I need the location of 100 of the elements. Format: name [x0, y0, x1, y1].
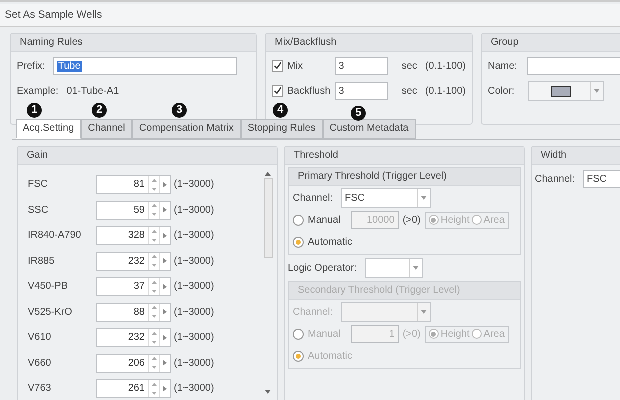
- range-label: (1~3000): [174, 281, 214, 292]
- group-title: Threshold: [285, 147, 524, 165]
- range-label: (1~3000): [174, 306, 214, 318]
- checkbox[interactable]: [272, 60, 284, 72]
- seconds-field[interactable]: 3: [334, 82, 388, 100]
- radio-label: Height: [440, 214, 470, 226]
- group-title: Gain: [18, 147, 277, 165]
- example-label: Example:: [17, 86, 59, 96]
- play-icon[interactable]: [163, 258, 167, 264]
- range-label: (1~3000): [174, 179, 214, 190]
- range-label: (1~3000): [174, 332, 214, 344]
- checkbox[interactable]: [272, 85, 284, 97]
- range-label: (1~3000): [174, 358, 214, 369]
- channel-name: IR885: [28, 256, 56, 267]
- play-icon[interactable]: [163, 284, 167, 290]
- play-icon[interactable]: [163, 207, 167, 214]
- caret-icon: [421, 310, 428, 314]
- gain-spinbox[interactable]: 59: [96, 200, 171, 220]
- scroll-up-icon[interactable]: [265, 172, 271, 176]
- channel-name: V450-PB: [28, 281, 70, 292]
- radio-label: Automatic: [308, 350, 352, 362]
- radio-button[interactable]: [472, 215, 482, 225]
- logic-operator-dropdown[interactable]: [364, 258, 423, 278]
- seconds-field[interactable]: 3: [334, 57, 388, 75]
- gain-spinbox[interactable]: 232: [96, 252, 171, 271]
- play-icon[interactable]: [163, 360, 167, 366]
- play-icon[interactable]: [163, 386, 167, 392]
- hint-label: (>0): [402, 214, 421, 226]
- range-label: (1~3000): [174, 256, 214, 267]
- tab[interactable]: Custom Metadata: [322, 119, 416, 139]
- channel-name: SSC: [28, 204, 50, 216]
- gain-spinbox[interactable]: 37: [96, 277, 171, 296]
- caret-icon: [412, 266, 419, 270]
- play-icon[interactable]: [163, 182, 167, 188]
- spin-arrows-icon[interactable]: [152, 382, 156, 395]
- tab[interactable]: Channel: [81, 119, 132, 139]
- channel-name: V610: [28, 332, 52, 344]
- range-label: (1~3000): [174, 230, 214, 242]
- range-label: (0.1-100): [425, 86, 466, 96]
- name-field[interactable]: [527, 57, 620, 75]
- name-label: Name:: [488, 60, 518, 72]
- radio-label: Area: [484, 328, 505, 340]
- tab[interactable]: Stopping Rules: [240, 119, 323, 139]
- prefix-label: Prefix:: [17, 60, 46, 72]
- gain-spinbox[interactable]: 232: [96, 328, 171, 348]
- group-title: Group: [482, 34, 620, 52]
- play-icon[interactable]: [163, 232, 167, 239]
- spin-arrows-icon[interactable]: [152, 178, 156, 191]
- gain-spinbox[interactable]: 88: [96, 302, 171, 322]
- section-title: Primary Threshold (Trigger Level): [289, 168, 520, 186]
- tab[interactable]: Acq.Setting: [16, 119, 82, 139]
- example-value: 01-Tube-A1: [66, 86, 120, 96]
- checkbox-label: Backflush: [287, 86, 331, 96]
- gain-spinbox[interactable]: 261: [96, 379, 171, 398]
- group-title: Naming Rules: [11, 34, 256, 52]
- channel-name: V763: [28, 383, 52, 394]
- radio-button[interactable]: [428, 215, 439, 225]
- caret-icon: [594, 89, 600, 93]
- spin-arrows-icon[interactable]: [152, 332, 156, 344]
- scrollbar[interactable]: [263, 172, 273, 394]
- spin-arrows-icon[interactable]: [152, 204, 156, 216]
- range-label: (1~3000): [174, 383, 214, 394]
- spin-arrows-icon[interactable]: [152, 280, 156, 293]
- scroll-down-icon[interactable]: [265, 390, 271, 394]
- play-icon[interactable]: [163, 334, 167, 341]
- channel-label: Channel:: [293, 306, 334, 318]
- spin-arrows-icon[interactable]: [152, 357, 156, 370]
- spin-arrows-icon[interactable]: [152, 255, 156, 268]
- prefix-field[interactable]: Tube: [53, 57, 238, 75]
- caret-icon: [421, 196, 428, 200]
- group-title: Mix/Backflush: [266, 34, 472, 52]
- tab[interactable]: Compensation Matrix: [132, 119, 241, 139]
- gain-spinbox[interactable]: 206: [96, 354, 171, 373]
- range-label: (0.1-100): [425, 60, 466, 72]
- logic-operator-label: Logic Operator:: [288, 262, 357, 274]
- radio-label: Manual: [308, 328, 341, 340]
- unit-label: sec: [402, 86, 418, 96]
- spin-arrows-icon[interactable]: [152, 306, 156, 318]
- radio-label: Manual: [308, 214, 341, 226]
- channel-dropdown[interactable]: FSC: [341, 188, 432, 208]
- gain-spinbox[interactable]: 328: [96, 226, 171, 246]
- color-label: Color:: [488, 86, 516, 96]
- hint-label: (>0): [402, 328, 421, 340]
- gain-spinbox[interactable]: 81: [96, 175, 171, 194]
- color-dropdown[interactable]: [528, 81, 604, 101]
- spin-arrows-icon[interactable]: [152, 230, 156, 242]
- channel-name: IR840-A790: [28, 230, 82, 242]
- radio-label: Height: [440, 328, 470, 340]
- channel-dropdown[interactable]: FSC: [583, 170, 620, 188]
- section-title: Secondary Threshold (Trigger Level): [289, 282, 520, 300]
- radio-button[interactable]: [293, 214, 304, 226]
- radio-button[interactable]: [293, 236, 304, 248]
- play-icon[interactable]: [163, 309, 167, 316]
- channel-name: V660: [28, 358, 52, 369]
- range-label: (1~3000): [174, 204, 214, 216]
- unit-label: sec: [402, 60, 418, 72]
- radio-label: Automatic: [308, 236, 352, 248]
- channel-name: V525-KrO: [28, 306, 74, 318]
- channel-label: Channel:: [293, 192, 334, 204]
- radio-label: Area: [484, 214, 505, 226]
